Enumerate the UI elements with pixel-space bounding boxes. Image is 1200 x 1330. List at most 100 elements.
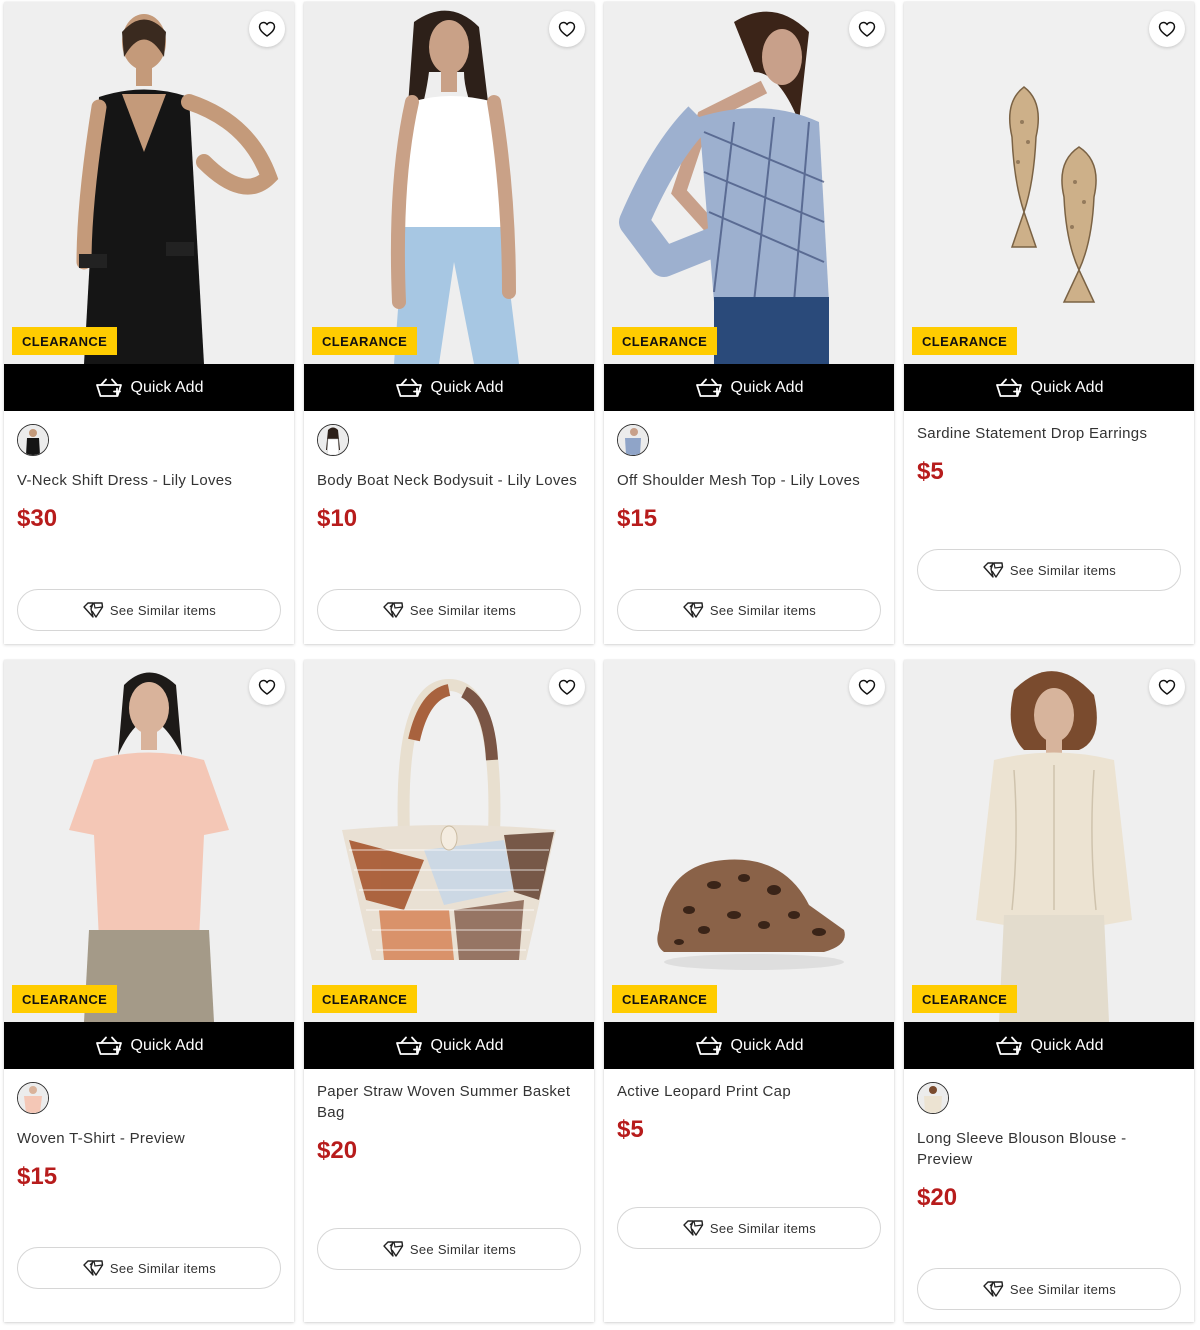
- basket-icon: [995, 1035, 1023, 1057]
- clearance-badge: CLEARANCE: [912, 985, 1018, 1013]
- heart-icon: [557, 677, 577, 697]
- heart-icon: [257, 677, 277, 697]
- wishlist-button[interactable]: [849, 669, 885, 705]
- diamond-icon: [982, 1280, 1004, 1298]
- wishlist-button[interactable]: [249, 11, 285, 47]
- clearance-badge: CLEARANCE: [312, 985, 418, 1013]
- wishlist-button[interactable]: [849, 11, 885, 47]
- heart-icon: [257, 19, 277, 39]
- see-similar-button[interactable]: See Similar items: [317, 589, 581, 631]
- wishlist-button[interactable]: [249, 669, 285, 705]
- product-image[interactable]: CLEARANCE: [604, 660, 894, 1022]
- product-name[interactable]: Off Shoulder Mesh Top - Lily Loves: [617, 470, 881, 491]
- product-card[interactable]: CLEARANCE Quick Add Woven T-Shirt - Prev…: [4, 660, 294, 1322]
- quick-add-button[interactable]: Quick Add: [304, 364, 594, 411]
- color-swatch[interactable]: [317, 424, 349, 456]
- heart-icon: [1157, 19, 1177, 39]
- see-similar-button[interactable]: See Similar items: [317, 1228, 581, 1270]
- product-image[interactable]: CLEARANCE: [904, 660, 1194, 1022]
- diamond-icon: [682, 601, 704, 619]
- product-name[interactable]: Active Leopard Print Cap: [617, 1081, 881, 1102]
- see-similar-button[interactable]: See Similar items: [617, 1207, 881, 1249]
- product-name[interactable]: V-Neck Shift Dress - Lily Loves: [17, 470, 281, 491]
- diamond-icon: [382, 1240, 404, 1258]
- leopard-cap-image: [604, 660, 894, 1022]
- color-swatch[interactable]: [17, 424, 49, 456]
- model-black-dress-image: [4, 2, 294, 364]
- product-name[interactable]: Woven T-Shirt - Preview: [17, 1128, 281, 1149]
- product-image[interactable]: CLEARANCE: [304, 2, 594, 364]
- product-card[interactable]: CLEARANCE Quick Add Sardine Statement Dr…: [904, 2, 1194, 644]
- product-price: $5: [617, 1116, 644, 1143]
- see-similar-button[interactable]: See Similar items: [917, 549, 1181, 591]
- diamond-icon: [982, 561, 1004, 579]
- product-image[interactable]: CLEARANCE: [304, 660, 594, 1022]
- see-similar-label: See Similar items: [1009, 1281, 1117, 1297]
- wishlist-button[interactable]: [549, 669, 585, 705]
- product-card[interactable]: CLEARANCE Quick Add Body Boat Neck Bodys…: [304, 2, 594, 644]
- clearance-badge: CLEARANCE: [612, 327, 718, 355]
- quick-add-button[interactable]: Quick Add: [4, 1022, 294, 1069]
- basket-icon: [95, 1035, 123, 1057]
- product-info: Woven T-Shirt - Preview $15 See Similar …: [4, 1069, 294, 1322]
- color-swatch[interactable]: [17, 1082, 49, 1114]
- quick-add-button[interactable]: Quick Add: [304, 1022, 594, 1069]
- product-info: V-Neck Shift Dress - Lily Loves $30 See …: [4, 411, 294, 644]
- see-similar-label: See Similar items: [109, 1260, 217, 1276]
- model-white-bodysuit-image: [304, 2, 594, 364]
- see-similar-label: See Similar items: [1009, 562, 1117, 578]
- product-card[interactable]: CLEARANCE Quick Add Paper Straw Woven Su…: [304, 660, 594, 1322]
- model-plaid-top-image: [604, 2, 894, 364]
- product-card[interactable]: CLEARANCE Quick Add Off Shoulder Mesh To…: [604, 2, 894, 644]
- model-pink-tee-image: [4, 660, 294, 1022]
- see-similar-button[interactable]: See Similar items: [17, 589, 281, 631]
- product-info: Off Shoulder Mesh Top - Lily Loves $15 S…: [604, 411, 894, 644]
- quick-add-button[interactable]: Quick Add: [904, 1022, 1194, 1069]
- see-similar-label: See Similar items: [109, 602, 217, 618]
- diamond-icon: [82, 1259, 104, 1277]
- quick-add-button[interactable]: Quick Add: [604, 1022, 894, 1069]
- product-card[interactable]: CLEARANCE Quick Add V-Neck Shift Dress -…: [4, 2, 294, 644]
- heart-icon: [1157, 677, 1177, 697]
- woven-basket-bag-image: [304, 660, 594, 1022]
- see-similar-button[interactable]: See Similar items: [617, 589, 881, 631]
- quick-add-button[interactable]: Quick Add: [604, 364, 894, 411]
- see-similar-button[interactable]: See Similar items: [17, 1247, 281, 1289]
- diamond-icon: [682, 1219, 704, 1237]
- product-name[interactable]: Paper Straw Woven Summer Basket Bag: [317, 1081, 581, 1123]
- clearance-badge: CLEARANCE: [12, 327, 118, 355]
- product-card[interactable]: CLEARANCE Quick Add Active Leopard Print…: [604, 660, 894, 1322]
- fish-earrings-image: [904, 2, 1194, 364]
- heart-icon: [557, 19, 577, 39]
- product-image[interactable]: CLEARANCE: [604, 2, 894, 364]
- heart-icon: [857, 19, 877, 39]
- product-card[interactable]: CLEARANCE Quick Add Long Sleeve Blouson …: [904, 660, 1194, 1322]
- wishlist-button[interactable]: [1149, 11, 1185, 47]
- wishlist-button[interactable]: [1149, 669, 1185, 705]
- product-grid: CLEARANCE Quick Add V-Neck Shift Dress -…: [4, 2, 1194, 1322]
- clearance-badge: CLEARANCE: [912, 327, 1018, 355]
- product-name[interactable]: Long Sleeve Blouson Blouse - Preview: [917, 1128, 1181, 1170]
- quick-add-button[interactable]: Quick Add: [904, 364, 1194, 411]
- product-name[interactable]: Body Boat Neck Bodysuit - Lily Loves: [317, 470, 581, 491]
- quick-add-label: Quick Add: [730, 1036, 804, 1054]
- wishlist-button[interactable]: [549, 11, 585, 47]
- quick-add-label: Quick Add: [730, 378, 804, 396]
- product-image[interactable]: CLEARANCE: [4, 2, 294, 364]
- see-similar-button[interactable]: See Similar items: [917, 1268, 1181, 1310]
- product-image[interactable]: CLEARANCE: [4, 660, 294, 1022]
- heart-icon: [857, 677, 877, 697]
- see-similar-label: See Similar items: [409, 602, 517, 618]
- product-name[interactable]: Sardine Statement Drop Earrings: [917, 423, 1181, 444]
- quick-add-button[interactable]: Quick Add: [4, 364, 294, 411]
- product-image[interactable]: CLEARANCE: [904, 2, 1194, 364]
- product-price: $5: [917, 458, 944, 485]
- color-swatch[interactable]: [917, 1082, 949, 1114]
- product-price: $10: [317, 505, 358, 532]
- basket-icon: [695, 1035, 723, 1057]
- color-swatch[interactable]: [617, 424, 649, 456]
- see-similar-label: See Similar items: [709, 602, 817, 618]
- see-similar-label: See Similar items: [409, 1241, 517, 1257]
- basket-icon: [95, 377, 123, 399]
- product-price: $20: [917, 1184, 958, 1211]
